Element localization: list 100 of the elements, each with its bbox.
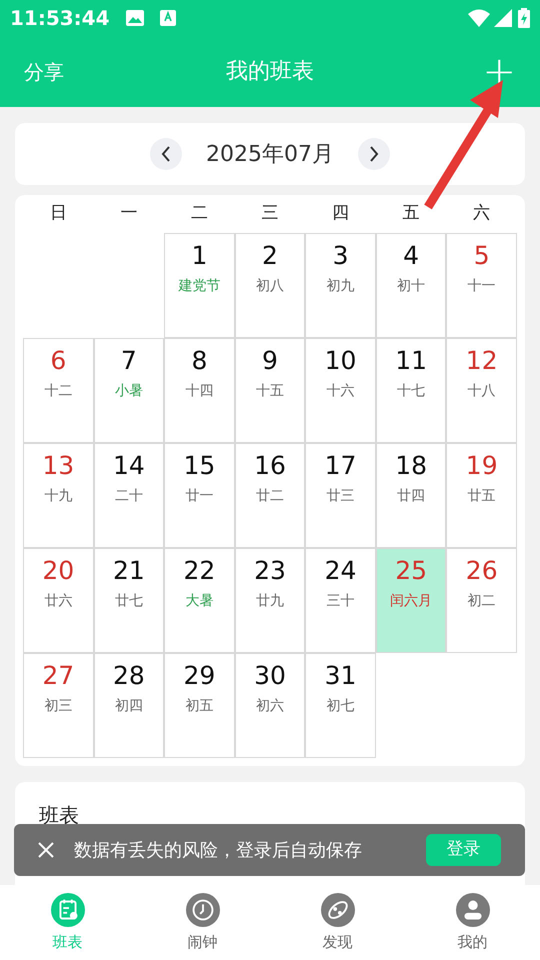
day-cell[interactable]: 14 二十 bbox=[94, 443, 164, 548]
nav-tab[interactable]: 发现 bbox=[270, 885, 405, 960]
chevron-right-icon bbox=[368, 145, 380, 163]
nav-tab[interactable]: 闹钟 bbox=[135, 885, 270, 960]
chevron-left-icon bbox=[160, 145, 172, 163]
day-number: 24 bbox=[324, 555, 356, 587]
day-number: 4 bbox=[403, 240, 420, 272]
weekday-label: 一 bbox=[120, 202, 138, 226]
day-cell[interactable]: 1 建党节 bbox=[164, 233, 235, 338]
day-cell[interactable]: 27 初三 bbox=[23, 653, 94, 758]
day-cell[interactable]: 9 十五 bbox=[234, 338, 306, 443]
day-cell[interactable]: 25 闰六月 bbox=[376, 548, 446, 653]
day-cell[interactable]: 26 初二 bbox=[446, 548, 517, 653]
day-number: 11 bbox=[395, 345, 428, 377]
day-cell[interactable]: 6 十二 bbox=[23, 338, 94, 443]
lunar-date: 廿二 bbox=[256, 487, 284, 506]
day-cell[interactable]: 18 廿四 bbox=[376, 443, 446, 548]
weekday-label: 二 bbox=[190, 202, 208, 226]
lunar-date: 廿九 bbox=[256, 592, 284, 611]
weekday-label: 三 bbox=[261, 202, 278, 226]
day-cell[interactable]: 15 廿一 bbox=[164, 443, 235, 548]
lunar-date: 闰六月 bbox=[390, 592, 432, 611]
next-month-button[interactable] bbox=[358, 138, 390, 170]
day-number: 29 bbox=[184, 660, 216, 692]
day-cell[interactable]: 28 初四 bbox=[94, 653, 164, 758]
day-cell[interactable]: 17 廿三 bbox=[305, 443, 376, 548]
day-number: 19 bbox=[466, 450, 498, 482]
day-cell[interactable]: 8 十四 bbox=[164, 338, 235, 443]
day-cell[interactable]: 24 三十 bbox=[305, 548, 376, 653]
day-number: 20 bbox=[42, 555, 74, 587]
day-cell[interactable]: 5 十一 bbox=[446, 233, 517, 338]
day-number: 23 bbox=[254, 555, 286, 587]
lunar-date: 大暑 bbox=[185, 592, 214, 611]
day-cell[interactable]: 13 十九 bbox=[23, 443, 94, 548]
day-number: 13 bbox=[42, 450, 74, 482]
day-number: 30 bbox=[254, 660, 286, 692]
weekday-label: 日 bbox=[50, 202, 67, 226]
day-number: 15 bbox=[184, 450, 216, 482]
day-cell[interactable]: 31 初七 bbox=[305, 653, 376, 758]
lunar-date: 初十 bbox=[397, 277, 426, 296]
lunar-date: 二十 bbox=[114, 487, 143, 506]
day-cell[interactable]: 10 十六 bbox=[305, 338, 376, 443]
day-cell[interactable]: 16 廿二 bbox=[234, 443, 306, 548]
day-cell[interactable]: 22 大暑 bbox=[164, 548, 235, 653]
day-cell[interactable]: 2 初八 bbox=[234, 233, 306, 338]
lunar-date: 十五 bbox=[256, 382, 284, 401]
lunar-date: 初七 bbox=[326, 697, 355, 716]
signal-icon bbox=[494, 9, 512, 27]
lunar-date: 十二 bbox=[44, 382, 72, 401]
weekday-label: 四 bbox=[332, 202, 350, 226]
lunar-date: 十八 bbox=[468, 382, 496, 401]
previous-month-button[interactable] bbox=[150, 138, 182, 170]
day-cell[interactable]: 4 初十 bbox=[376, 233, 446, 338]
text-icon bbox=[160, 10, 176, 26]
lunar-date: 初二 bbox=[468, 592, 496, 611]
day-cell[interactable]: 21 廿七 bbox=[94, 548, 164, 653]
day-number: 25 bbox=[395, 555, 428, 587]
lunar-date: 廿五 bbox=[468, 487, 496, 506]
day-number: 28 bbox=[112, 660, 145, 692]
lunar-date: 廿一 bbox=[185, 487, 214, 506]
day-cell[interactable]: 12 十八 bbox=[446, 338, 517, 443]
lunar-date: 初六 bbox=[256, 697, 284, 716]
lunar-date: 建党节 bbox=[178, 277, 220, 296]
day-cell[interactable]: 7 小暑 bbox=[94, 338, 164, 443]
day-number: 9 bbox=[262, 345, 278, 377]
day-number: 27 bbox=[42, 660, 74, 692]
person-icon bbox=[456, 893, 490, 928]
day-number: 18 bbox=[395, 450, 428, 482]
day-number: 2 bbox=[262, 240, 278, 272]
day-number: 17 bbox=[324, 450, 356, 482]
month-label: 2025年07月 bbox=[206, 140, 334, 168]
day-cell[interactable]: 11 十七 bbox=[376, 338, 446, 443]
lunar-date: 初三 bbox=[44, 697, 72, 716]
day-number: 22 bbox=[184, 555, 216, 587]
lunar-date: 初九 bbox=[326, 277, 355, 296]
lunar-date: 廿三 bbox=[326, 487, 355, 506]
day-number: 16 bbox=[254, 450, 286, 482]
day-number: 8 bbox=[191, 345, 208, 377]
day-cell[interactable]: 20 廿六 bbox=[23, 548, 94, 653]
day-cell[interactable]: 29 初五 bbox=[164, 653, 235, 758]
day-cell[interactable]: 3 初九 bbox=[305, 233, 376, 338]
weekday-label: 五 bbox=[402, 202, 420, 226]
day-number: 3 bbox=[332, 240, 349, 272]
day-number: 7 bbox=[120, 345, 137, 377]
status-time: 11:53:44 bbox=[10, 5, 110, 32]
day-number: 26 bbox=[466, 555, 498, 587]
day-cell[interactable]: 23 廿九 bbox=[234, 548, 306, 653]
lunar-date: 小暑 bbox=[114, 382, 143, 401]
day-number: 14 bbox=[112, 450, 145, 482]
day-cell[interactable]: 19 廿五 bbox=[446, 443, 517, 548]
lunar-date: 廿四 bbox=[397, 487, 426, 506]
nav-tab[interactable]: 我的 bbox=[405, 885, 540, 960]
day-number: 12 bbox=[466, 345, 498, 377]
lunar-date: 初四 bbox=[114, 697, 143, 716]
lunar-date: 初八 bbox=[256, 277, 284, 296]
day-cell[interactable]: 30 初六 bbox=[234, 653, 306, 758]
wifi-icon bbox=[468, 9, 490, 27]
battery-icon bbox=[518, 8, 530, 28]
close-icon[interactable] bbox=[38, 842, 54, 858]
day-number: 10 bbox=[324, 345, 356, 377]
